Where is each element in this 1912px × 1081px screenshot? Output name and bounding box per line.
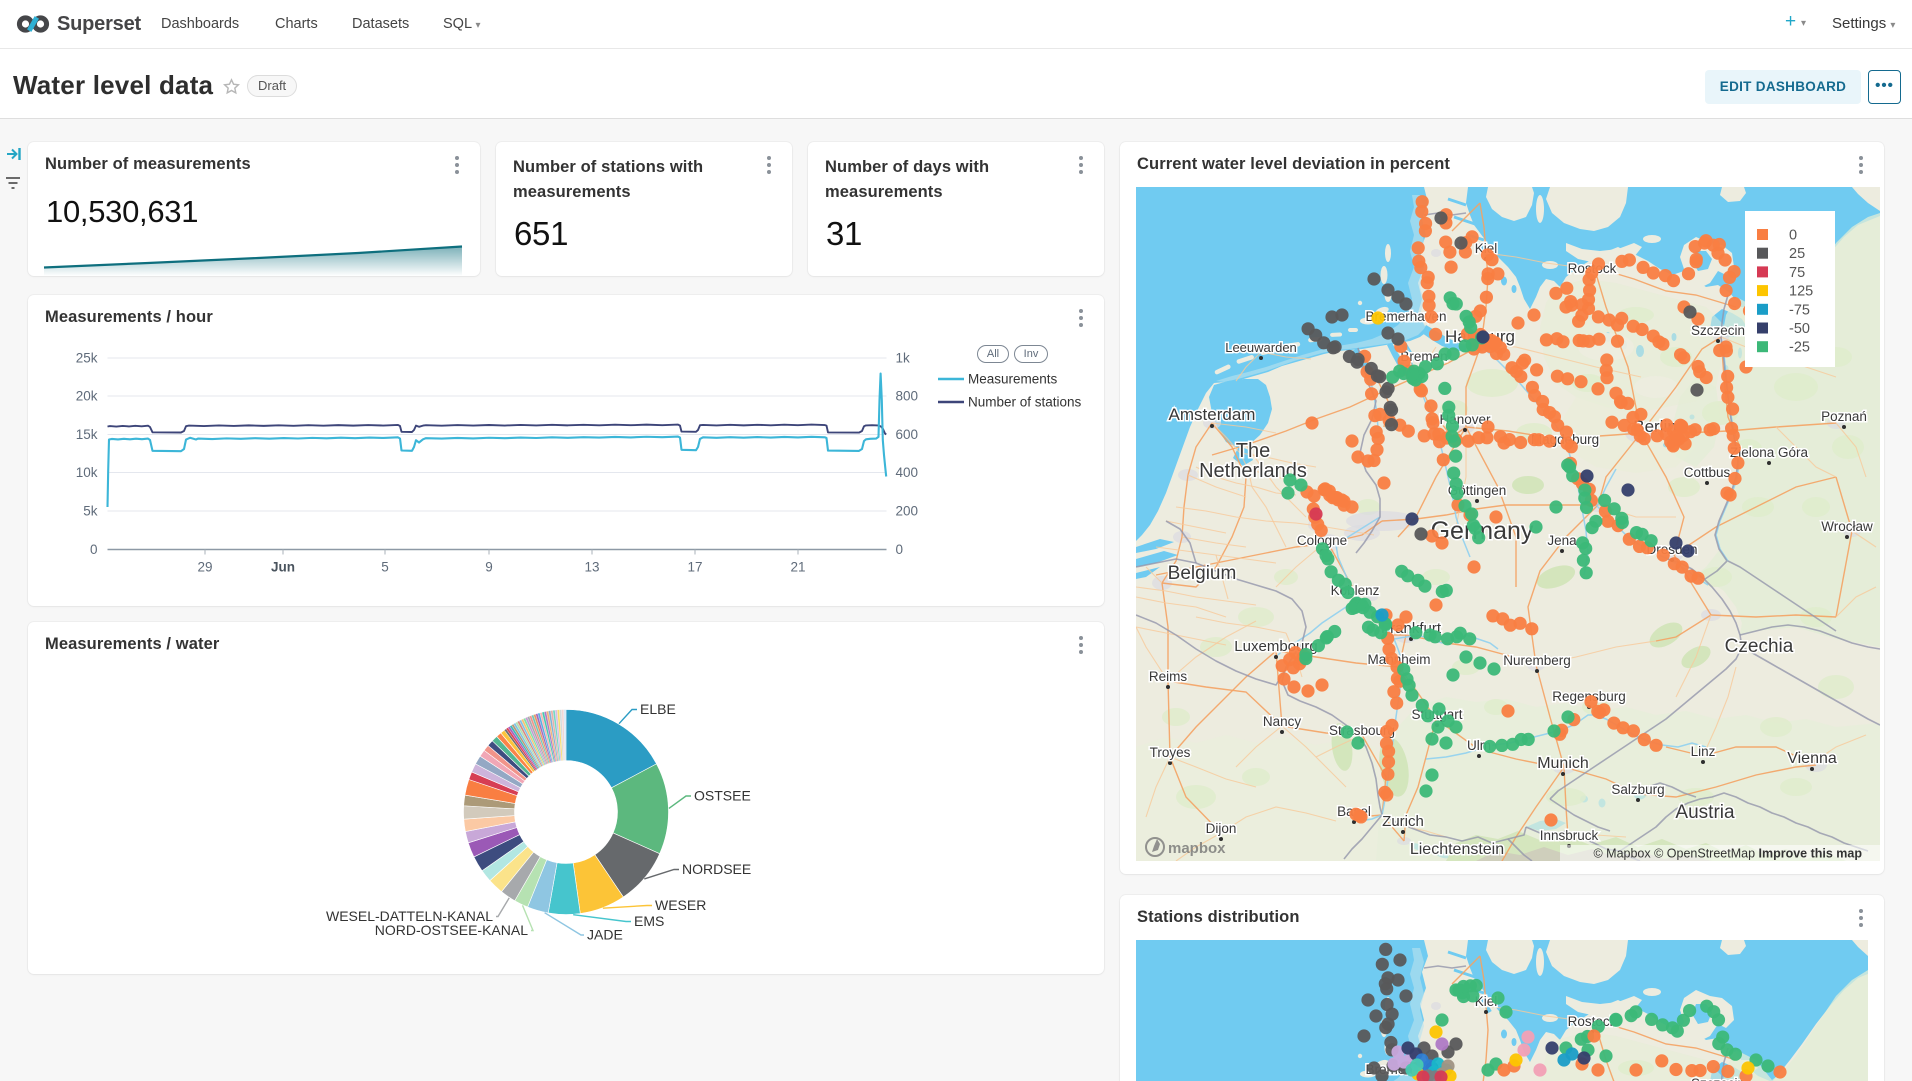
svg-text:75: 75	[1789, 265, 1805, 281]
svg-text:-25: -25	[1789, 340, 1810, 356]
svg-text:NORD-OSTSEE-KANAL: NORD-OSTSEE-KANAL	[375, 922, 528, 938]
svg-text:5: 5	[381, 560, 389, 575]
svg-text:13: 13	[584, 560, 599, 575]
svg-text:OSTSEE: OSTSEE	[694, 788, 751, 804]
svg-text:17: 17	[687, 560, 702, 575]
svg-text:9: 9	[485, 560, 493, 575]
svg-text:EMS: EMS	[634, 913, 664, 929]
svg-text:10k: 10k	[76, 465, 98, 480]
svg-text:400: 400	[896, 465, 919, 480]
svg-text:Munich: Munich	[1537, 755, 1589, 772]
svg-text:Troyes: Troyes	[1150, 745, 1191, 760]
svg-text:-50: -50	[1789, 321, 1810, 337]
svg-text:Wrocław: Wrocław	[1821, 519, 1873, 534]
svg-text:0: 0	[90, 542, 98, 557]
svg-text:Nuremberg: Nuremberg	[1503, 653, 1571, 668]
svg-text:Nancy: Nancy	[1263, 714, 1302, 729]
svg-text:29: 29	[197, 560, 212, 575]
svg-text:600: 600	[896, 427, 919, 442]
svg-text:Measurements: Measurements	[968, 372, 1058, 387]
svg-text:Salzburg: Salzburg	[1611, 782, 1664, 797]
svg-text:The: The	[1236, 440, 1270, 462]
svg-text:21: 21	[790, 560, 805, 575]
svg-text:0: 0	[1789, 228, 1797, 244]
svg-text:20k: 20k	[76, 389, 98, 404]
svg-text:ELBE: ELBE	[640, 701, 676, 717]
svg-text:Austria: Austria	[1675, 802, 1735, 823]
svg-text:15k: 15k	[76, 427, 98, 442]
svg-text:25k: 25k	[76, 351, 98, 366]
svg-text:Zurich: Zurich	[1382, 813, 1424, 830]
svg-text:WESER: WESER	[655, 897, 706, 913]
svg-text:Amsterdam: Amsterdam	[1169, 405, 1256, 424]
svg-text:Cottbus: Cottbus	[1684, 465, 1731, 480]
svg-text:WESEL-DATTELN-KANAL: WESEL-DATTELN-KANAL	[326, 908, 493, 924]
svg-text:Jena: Jena	[1547, 533, 1577, 548]
svg-text:© Mapbox © OpenStreetMap Impro: © Mapbox © OpenStreetMap Improve this ma…	[1593, 847, 1862, 861]
svg-text:Czechia: Czechia	[1725, 636, 1794, 657]
svg-text:Innsbruck: Innsbruck	[1540, 828, 1599, 843]
svg-text:0: 0	[896, 542, 904, 557]
svg-text:Liechtenstein: Liechtenstein	[1410, 841, 1504, 858]
svg-text:Number of stations: Number of stations	[968, 395, 1082, 410]
svg-text:Dijon: Dijon	[1206, 821, 1237, 836]
svg-text:5k: 5k	[83, 504, 98, 519]
svg-text:125: 125	[1789, 284, 1813, 300]
svg-text:NORDSEE: NORDSEE	[682, 861, 751, 877]
svg-text:Leeuwarden: Leeuwarden	[1225, 340, 1297, 355]
svg-text:Reims: Reims	[1149, 669, 1188, 684]
svg-text:mapbox: mapbox	[1168, 840, 1226, 857]
svg-text:200: 200	[896, 504, 919, 519]
svg-text:JADE: JADE	[587, 927, 623, 943]
svg-text:-75: -75	[1789, 302, 1810, 318]
svg-text:1k: 1k	[896, 351, 911, 366]
svg-text:Jun: Jun	[271, 560, 295, 575]
svg-text:25: 25	[1789, 246, 1805, 262]
svg-text:Linz: Linz	[1691, 744, 1716, 759]
svg-text:Vienna: Vienna	[1787, 750, 1837, 767]
svg-text:Poznań: Poznań	[1821, 409, 1867, 424]
svg-text:800: 800	[896, 389, 919, 404]
svg-text:Belgium: Belgium	[1168, 563, 1237, 584]
